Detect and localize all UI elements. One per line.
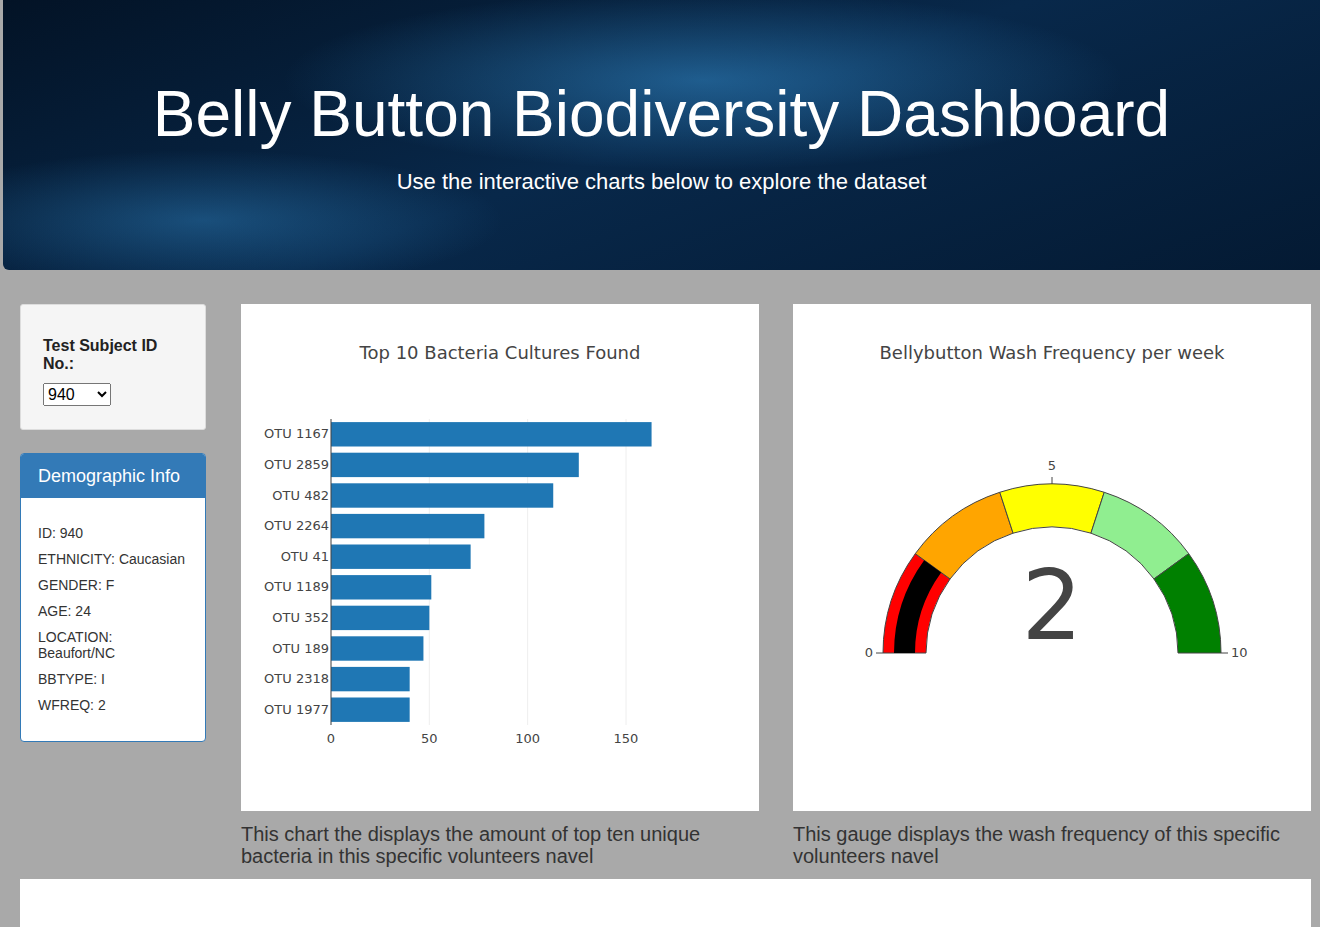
subject-select[interactable]: 940	[43, 383, 111, 406]
gauge-tick-mark	[876, 653, 883, 654]
bar[interactable]	[331, 483, 553, 507]
gauge-card: Bellybutton Wash Frequency per week 0 5 10 2	[793, 304, 1311, 811]
gauge-tick-label: 0	[865, 645, 873, 660]
y-tick-label: OTU 1167	[264, 426, 329, 441]
subject-selector-panel: Test Subject ID No.: 940	[20, 304, 206, 430]
left-column: Test Subject ID No.: 940 Demographic Inf…	[20, 304, 206, 742]
gauge-title: Bellybutton Wash Frequency per week	[880, 342, 1226, 363]
demographic-item: AGE: 24	[38, 603, 188, 619]
bar[interactable]	[331, 636, 423, 660]
gauge-caption: This gauge displays the wash frequency o…	[793, 823, 1311, 867]
demographic-panel: Demographic Info ID: 940 ETHNICITY: Cauca…	[20, 453, 206, 742]
y-axis-line	[331, 419, 332, 725]
y-tick-label: OTU 1977	[264, 702, 329, 717]
gauge-segment	[1154, 554, 1221, 653]
bubble-chart-card	[20, 879, 1311, 927]
x-tick-label: 0	[327, 731, 335, 746]
gauge-tick-label: 5	[1048, 458, 1056, 473]
bar[interactable]	[331, 453, 579, 477]
bar[interactable]	[331, 606, 429, 630]
demographic-item: ETHNICITY: Caucasian	[38, 551, 188, 567]
y-tick-label: OTU 2264	[264, 518, 329, 533]
subject-selector-label: Test Subject ID No.:	[43, 337, 183, 373]
demographic-header: Demographic Info	[21, 454, 205, 498]
bar[interactable]	[331, 422, 652, 446]
demographic-item: LOCATION: Beaufort/NC	[38, 629, 188, 661]
bar[interactable]	[331, 575, 431, 599]
bar[interactable]	[331, 698, 410, 722]
y-tick-label: OTU 189	[272, 641, 329, 656]
bar-chart-caption: This chart the displays the amount of to…	[241, 823, 759, 867]
gauge-tick-label: 10	[1231, 645, 1248, 660]
bar-chart-card: Top 10 Bacteria Cultures Found 0 50 100 150 O…	[241, 304, 759, 811]
x-tick-label: 50	[421, 731, 438, 746]
gauge-column: Bellybutton Wash Frequency per week 0 5 10 2…	[793, 304, 1311, 867]
grid-line	[626, 419, 627, 725]
demographic-item: GENDER: F	[38, 577, 188, 593]
demographic-list: ID: 940 ETHNICITY: Caucasian GENDER: F AGE:…	[21, 498, 205, 730]
y-tick-label: OTU 2859	[264, 457, 329, 472]
header-banner: Belly Button Biodiversity Dashboard Use …	[3, 0, 1320, 270]
demographic-item: ID: 940	[38, 525, 188, 541]
y-tick-label: OTU 482	[272, 488, 329, 503]
grid-line	[331, 419, 332, 725]
x-tick-label: 150	[614, 731, 639, 746]
page-title: Belly Button Biodiversity Dashboard	[3, 72, 1320, 156]
gauge-value-bar	[894, 560, 941, 653]
demographic-item: WFREQ: 2	[38, 697, 188, 713]
page-subtitle: Use the interactive charts below to expl…	[3, 168, 1320, 196]
bar-chart-column: Top 10 Bacteria Cultures Found 0 50 100 150 O…	[241, 304, 759, 867]
bar[interactable]	[331, 667, 410, 691]
bar-chart-title: Top 10 Bacteria Cultures Found	[359, 342, 641, 363]
gauge-segment	[1000, 484, 1104, 533]
gauge-tick-mark	[1052, 477, 1053, 484]
y-tick-label: OTU 1189	[264, 579, 329, 594]
y-tick-label: OTU 41	[281, 549, 329, 564]
dashboard-page: Belly Button Biodiversity Dashboard Use …	[0, 0, 1320, 927]
bar[interactable]	[331, 514, 484, 538]
x-tick-label: 100	[515, 731, 540, 746]
demographic-item: BBTYPE: I	[38, 671, 188, 687]
y-tick-label: OTU 2318	[264, 671, 329, 686]
bar[interactable]	[331, 545, 471, 569]
gauge-chart: Bellybutton Wash Frequency per week 0 5 10 2	[793, 304, 1311, 811]
gauge-tick-mark	[1221, 653, 1228, 654]
y-tick-label: OTU 352	[272, 610, 329, 625]
bar-chart: Top 10 Bacteria Cultures Found 0 50 100 150 O…	[241, 304, 759, 811]
main-content: Test Subject ID No.: 940 Demographic Inf…	[0, 270, 1320, 867]
gauge-value: 2	[1021, 550, 1082, 662]
